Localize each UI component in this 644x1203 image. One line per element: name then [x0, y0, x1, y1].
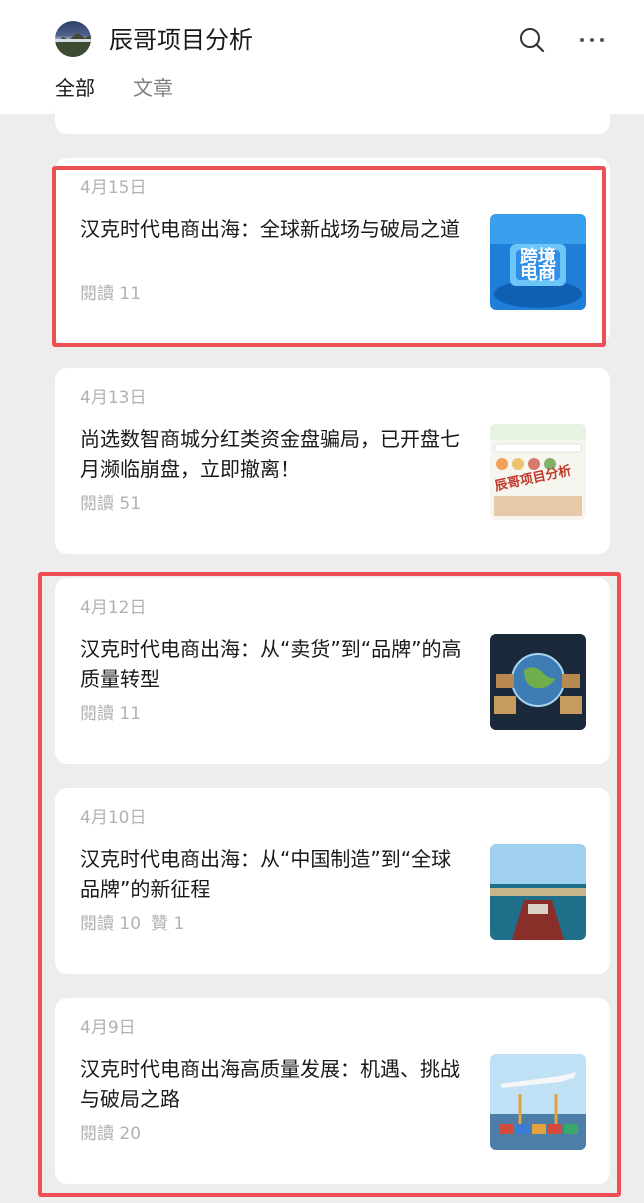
article-date: 4月9日	[80, 1018, 136, 1038]
article-date: 4月15日	[80, 178, 147, 198]
read-count: 閱讀 11	[80, 284, 142, 304]
avatar[interactable]	[55, 21, 91, 57]
article-title: 汉克时代电商出海高质量发展：机遇、挑战与破局之路	[80, 1057, 460, 1111]
article-thumbnail[interactable]: 跨境电商	[490, 214, 586, 310]
tab-all[interactable]: 全部	[55, 74, 95, 102]
read-count: 閱讀 20	[80, 1124, 142, 1144]
article-thumbnail[interactable]: 辰哥项目分析	[490, 424, 586, 520]
article-card[interactable]: 4月15日 汉克时代电商出海：全球新战场与破局之道 閱讀 11 跨境电商	[55, 158, 610, 344]
article-card[interactable]: 4月13日 尚选数智商城分红类资金盘骗局，已开盘七月濒临崩盘，立即撤离！ 閱讀 …	[55, 368, 610, 554]
article-date: 4月13日	[80, 388, 147, 408]
article-date: 4月10日	[80, 808, 147, 828]
article-date: 4月12日	[80, 598, 147, 618]
search-icon[interactable]	[518, 26, 546, 54]
read-count: 閱讀 51	[80, 494, 142, 514]
thumbnail-caption: 跨境电商	[520, 247, 556, 284]
read-count: 閱讀 11	[80, 704, 142, 724]
article-stats: 閱讀 11	[80, 702, 141, 726]
previous-article-card[interactable]	[55, 100, 610, 134]
tab-articles[interactable]: 文章	[133, 74, 173, 102]
article-stats: 閱讀 11	[80, 282, 141, 306]
top-bar: 辰哥项目分析 全部 文章	[0, 0, 644, 114]
article-thumbnail[interactable]	[490, 634, 586, 730]
article-title: 汉克时代电商出海：从“中国制造”到“全球品牌”的新征程	[80, 847, 452, 901]
article-title: 汉克时代电商出海：从“卖货”到“品牌”的高质量转型	[80, 637, 462, 691]
article-thumbnail[interactable]	[490, 844, 586, 940]
article-stats: 閱讀 51	[80, 492, 141, 516]
article-card[interactable]: 4月12日 汉克时代电商出海：从“卖货”到“品牌”的高质量转型 閱讀 11	[55, 578, 610, 764]
article-card[interactable]: 4月10日 汉克时代电商出海：从“中国制造”到“全球品牌”的新征程 閱讀 10 贊…	[55, 788, 610, 974]
article-title: 汉克时代电商出海：全球新战场与破局之道	[80, 217, 460, 241]
article-stats: 閱讀 20	[80, 1122, 141, 1146]
article-card[interactable]: 4月9日 汉克时代电商出海高质量发展：机遇、挑战与破局之路 閱讀 20	[55, 998, 610, 1184]
article-title: 尚选数智商城分红类资金盘骗局，已开盘七月濒临崩盘，立即撤离！	[80, 427, 460, 481]
article-thumbnail[interactable]	[490, 1054, 586, 1150]
account-name: 辰哥项目分析	[109, 26, 253, 54]
more-options-icon[interactable]	[578, 26, 606, 54]
like-count: 贊 1	[151, 914, 185, 934]
article-stats: 閱讀 10 贊 1	[80, 912, 184, 936]
read-count: 閱讀 10	[80, 914, 142, 934]
